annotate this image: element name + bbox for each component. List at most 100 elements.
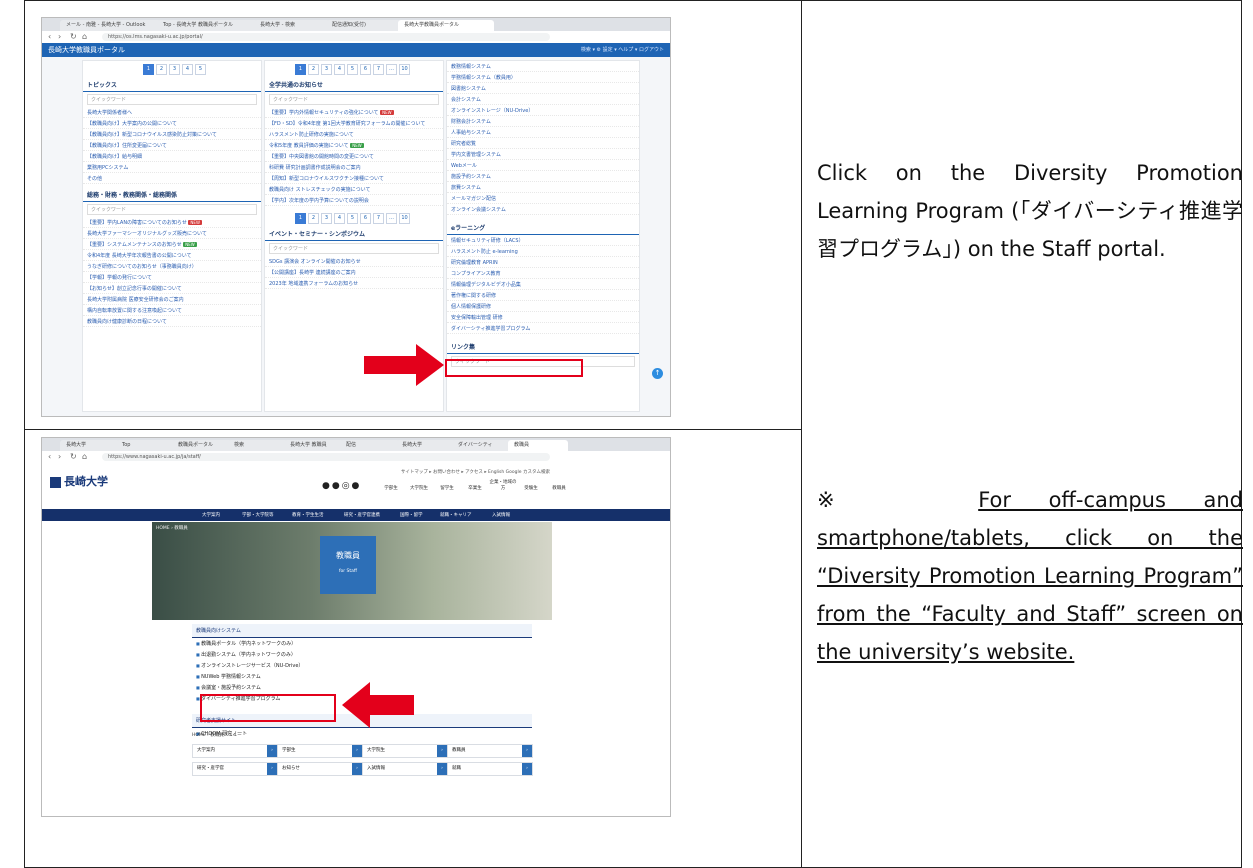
reload-icon[interactable]: ↻ <box>70 452 77 461</box>
browser-tab[interactable]: 長崎大学 教職員 <box>284 440 344 451</box>
system-link[interactable]: 出退勤システム（学内ネットワークのみ） <box>192 649 532 660</box>
system-link[interactable]: 人事給与システム <box>447 127 639 138</box>
browser-tab[interactable]: メール - 南雅 - 長崎大学 - Outlook <box>60 20 161 31</box>
menu-tile[interactable]: 研究・産学官 › <box>192 762 278 776</box>
system-link[interactable]: メールマガジン配信 <box>447 193 639 204</box>
elearning-link[interactable]: 情報倫理デジタルビデオ小品集 <box>447 279 639 290</box>
list-item[interactable]: 【重要】学内外情報セキュリティの強化について NEW <box>265 107 443 118</box>
list-item[interactable]: 教職員向け健康診断の日程について <box>83 316 261 327</box>
page-link[interactable]: 3 <box>321 64 332 75</box>
browser-tab[interactable]: 配信 <box>340 440 400 451</box>
list-item[interactable]: 【学報】学報の発行について <box>83 272 261 283</box>
list-item[interactable]: 長崎大学附属病院 医療安全研修会のご案内 <box>83 294 261 305</box>
audience-link[interactable]: 学部生 <box>377 485 405 491</box>
list-item[interactable]: 【公開講座】長崎学 連続講座のご案内 <box>265 267 443 278</box>
browser-tab[interactable]: 長崎大学 <box>396 440 456 451</box>
page-link[interactable]: … <box>386 64 397 75</box>
forward-icon[interactable]: › <box>58 452 61 461</box>
page-link[interactable]: 5 <box>347 213 358 224</box>
browser-tab[interactable]: 長崎大学 <box>60 440 120 451</box>
list-item[interactable]: 【重要】学内LANの障害についてのお知らせ NEW <box>83 217 261 228</box>
page-link[interactable]: 3 <box>321 213 332 224</box>
social-icons[interactable]: ●●◎● <box>322 481 361 491</box>
system-link[interactable]: 図書館システム <box>447 83 639 94</box>
system-link[interactable]: 研究者総覧 <box>447 138 639 149</box>
page-link[interactable]: 3 <box>169 64 180 75</box>
quickword-filter[interactable]: クイックワード <box>87 204 257 215</box>
page-link[interactable]: 6 <box>360 64 371 75</box>
list-item[interactable]: 令和5年度 教員評価の実施について NEW <box>265 140 443 151</box>
elearning-link[interactable]: ハラスメント防止 e-learning <box>447 246 639 257</box>
system-link[interactable]: Webメール <box>447 160 639 171</box>
page-link[interactable]: 7 <box>373 64 384 75</box>
menu-tile[interactable]: 教職員 › <box>447 744 533 758</box>
list-item[interactable]: ハラスメント防止研修の実施について <box>265 129 443 140</box>
page-link[interactable]: 5 <box>195 64 206 75</box>
list-item[interactable]: 長崎大学ファーマシーオリジナルグッズ販売について <box>83 228 261 239</box>
audience-link[interactable]: 留学生 <box>433 485 461 491</box>
research-link[interactable]: CHOOM 研究ノート <box>192 728 532 739</box>
quickword-filter[interactable]: クイックワード <box>269 94 439 105</box>
system-link[interactable]: NUWeb 学務情報システム <box>192 671 532 682</box>
nav-item[interactable]: 就職・キャリア <box>440 512 472 518</box>
quickword-filter[interactable]: クイックワード <box>87 94 257 105</box>
list-item[interactable]: 令和4年度 長崎大学年次報告書の公開について <box>83 250 261 261</box>
page-link[interactable]: 10 <box>399 64 410 75</box>
browser-tab[interactable]: 配信通知(受付) <box>326 20 402 31</box>
list-item[interactable]: 【重要】中央図書館の開館時間の変更について <box>265 151 443 162</box>
system-link[interactable]: 学務情報システム（教員用） <box>447 72 639 83</box>
page-link[interactable]: 7 <box>373 213 384 224</box>
menu-tile[interactable]: お知らせ › <box>277 762 363 776</box>
system-link[interactable]: オンラインストレージ（NU-Drive） <box>447 105 639 116</box>
browser-tab[interactable]: 長崎大学 - 検索 <box>254 20 330 31</box>
elearning-link[interactable]: 安全保障輸出管理 研修 <box>447 312 639 323</box>
menu-tile[interactable]: 大学案内 › <box>192 744 278 758</box>
list-item[interactable]: 【重要】システムメンテナンスのお知らせ NEW <box>83 239 261 250</box>
page-link[interactable]: 2 <box>156 64 167 75</box>
page-link[interactable]: 5 <box>347 64 358 75</box>
header-links[interactable]: サイトマップ ▸ お問い合わせ ▸ アクセス ▸ English Google … <box>401 469 550 475</box>
home-icon[interactable]: ⌂ <box>82 452 87 461</box>
list-item[interactable]: 【学内】次年度の学内予算についての説明会 <box>265 195 443 206</box>
reload-icon[interactable]: ↻ <box>70 32 77 41</box>
list-item[interactable]: 2023年 地域連携フォーラムのお知らせ <box>265 278 443 289</box>
nav-item[interactable]: 入試情報 <box>492 512 510 518</box>
system-link[interactable]: オンラインストレージサービス（NU-Drive） <box>192 660 532 671</box>
browser-tab[interactable]: 教職員ポータル <box>172 440 232 451</box>
list-item[interactable]: 【周知】新型コロナウイルスワクチン接種について <box>265 173 443 184</box>
back-icon[interactable]: ‹ <box>48 452 51 461</box>
elearning-link[interactable]: 著作権に関する研修 <box>447 290 639 301</box>
list-item[interactable]: 教職員向け ストレスチェックの実施について <box>265 184 443 195</box>
browser-tab[interactable]: ダイバーシティ <box>452 440 512 451</box>
nav-item[interactable]: 研究・産学官連携 <box>344 512 380 518</box>
list-item[interactable]: 業務用PCシステム <box>83 162 261 173</box>
list-item[interactable]: 【教職員向け】大学案内の公開について <box>83 118 261 129</box>
browser-tab[interactable]: Top <box>116 440 176 451</box>
quickword-filter[interactable]: クイックワード <box>269 243 439 254</box>
list-item[interactable]: SDGs 講演会 オンライン開催のお知らせ <box>265 256 443 267</box>
elearning-link[interactable]: 情報セキュリティ研修（LACS） <box>447 235 639 246</box>
home-icon[interactable]: ⌂ <box>82 32 87 41</box>
portal-toolbar[interactable]: 検索 ▾ ⚙ 設定 ▾ ヘルプ ▾ ログアウト <box>581 46 664 53</box>
system-link[interactable]: 財務会計システム <box>447 116 639 127</box>
page-link[interactable]: 1 <box>295 64 306 75</box>
page-link[interactable]: … <box>386 213 397 224</box>
page-link[interactable]: 6 <box>360 213 371 224</box>
system-link[interactable]: 学内文書管理システム <box>447 149 639 160</box>
page-link[interactable]: 4 <box>182 64 193 75</box>
nav-item[interactable]: 国際・留学 <box>400 512 423 518</box>
menu-tile[interactable]: 学部生 › <box>277 744 363 758</box>
list-item[interactable]: 【教職員向け】住所変更届について <box>83 140 261 151</box>
system-link[interactable]: 旅費システム <box>447 182 639 193</box>
menu-tile[interactable]: 就職 › <box>447 762 533 776</box>
browser-tab[interactable]: Top - 長崎大学 教職員ポータル <box>157 20 258 31</box>
page-link[interactable]: 1 <box>143 64 154 75</box>
back-icon[interactable]: ‹ <box>48 32 51 41</box>
audience-link[interactable]: 受験生 <box>517 485 545 491</box>
diversity-program-link[interactable]: ダイバーシティ推進学習プログラム <box>447 323 639 334</box>
list-item[interactable]: 【教職員向け】新型コロナウイルス感染防止対策について <box>83 129 261 140</box>
browser-tab[interactable]: 検索 <box>228 440 288 451</box>
list-item[interactable]: うなぎ研修についてのお知らせ（事務職員向け） <box>83 261 261 272</box>
audience-link[interactable]: 大学院生 <box>405 485 433 491</box>
page-link[interactable]: 10 <box>399 213 410 224</box>
